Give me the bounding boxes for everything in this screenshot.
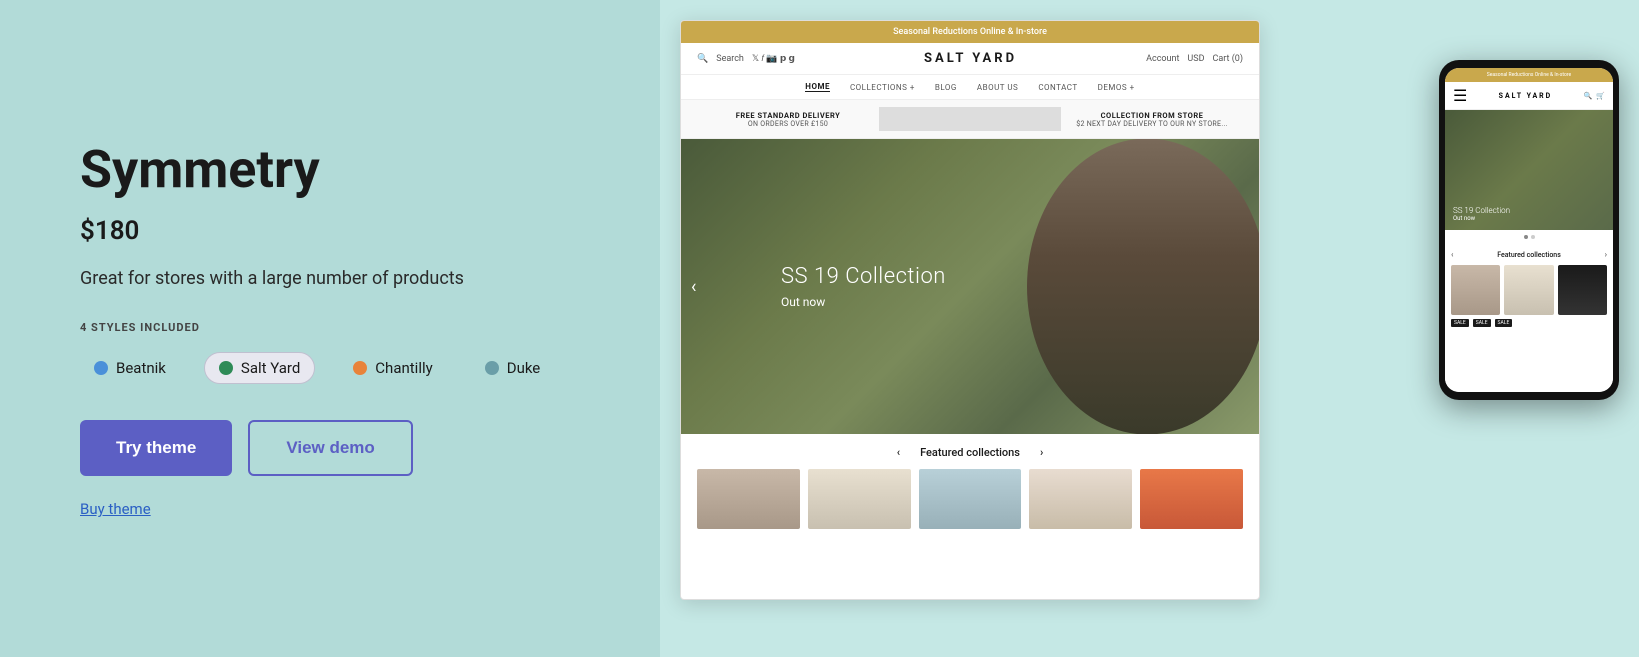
product-thumb-4 bbox=[1029, 469, 1132, 529]
theme-title: Symmetry bbox=[80, 139, 580, 200]
preview-menu: HOME COLLECTIONS + BLOG ABOUT US CONTACT… bbox=[681, 75, 1259, 100]
beatnik-dot bbox=[94, 361, 108, 375]
desktop-preview: Seasonal Reductions Online & In-store 🔍 … bbox=[680, 20, 1260, 600]
collection-title: COLLECTION FROM STORE bbox=[1061, 111, 1243, 120]
theme-price: $180 bbox=[80, 216, 580, 246]
styles-list: Beatnik Salt Yard Chantilly Duke bbox=[80, 352, 580, 384]
mobile-featured-header: ‹ Featured collections › bbox=[1451, 250, 1607, 259]
nav-collections[interactable]: COLLECTIONS + bbox=[850, 83, 915, 92]
product-thumb-5 bbox=[1140, 469, 1243, 529]
mobile-sale-tags: SALE SALE SALE bbox=[1451, 319, 1607, 327]
chantilly-label: Chantilly bbox=[375, 359, 432, 377]
hero-subtitle: Out now bbox=[781, 295, 946, 309]
social-icons: 𝕏 𝑓 📷 𝗽 𝗴 bbox=[752, 54, 795, 64]
mobile-dot-1 bbox=[1524, 235, 1528, 239]
hero-content: SS 19 Collection Out now bbox=[781, 264, 946, 308]
mobile-featured-label: Featured collections bbox=[1497, 251, 1561, 259]
featured-prev[interactable]: ‹ bbox=[897, 446, 900, 459]
chantilly-dot bbox=[353, 361, 367, 375]
sale-tag-2: SALE bbox=[1473, 319, 1491, 327]
mobile-cart-icon[interactable]: 🛒 bbox=[1596, 92, 1605, 100]
right-panel: Seasonal Reductions Online & In-store 🔍 … bbox=[660, 0, 1639, 657]
mobile-hero: SS 19 Collection Out now bbox=[1445, 110, 1613, 230]
mobile-search-icon[interactable]: 🔍 bbox=[1584, 92, 1593, 100]
product-thumb-2 bbox=[808, 469, 911, 529]
nav-demos[interactable]: DEMOS + bbox=[1098, 83, 1135, 92]
mobile-top-bar: Seasonal Reductions Online & In-store bbox=[1445, 68, 1613, 82]
mobile-preview: Seasonal Reductions Online & In-store ☰ … bbox=[1439, 60, 1619, 400]
collection-sub: $2 NEXT DAY DELIVERY TO OUR NY STORE... bbox=[1061, 120, 1243, 128]
mobile-featured-prev[interactable]: ‹ bbox=[1451, 250, 1453, 259]
cart-label: Cart (0) bbox=[1213, 54, 1243, 64]
preview-hero: ‹ SS 19 Collection Out now bbox=[681, 139, 1259, 434]
duke-dot bbox=[485, 361, 499, 375]
mobile-products bbox=[1451, 265, 1607, 315]
hero-figure bbox=[979, 139, 1259, 434]
brand-name: SALT YARD bbox=[924, 51, 1017, 66]
nav-blog[interactable]: BLOG bbox=[935, 83, 957, 92]
mobile-dots bbox=[1445, 230, 1613, 244]
product-thumb-1 bbox=[697, 469, 800, 529]
beatnik-label: Beatnik bbox=[116, 359, 166, 377]
mobile-hero-subtitle: Out now bbox=[1453, 215, 1510, 222]
nav-home[interactable]: HOME bbox=[805, 82, 830, 92]
buy-theme-link[interactable]: Buy theme bbox=[80, 500, 580, 518]
featured-products bbox=[697, 469, 1243, 529]
nav-contact[interactable]: CONTACT bbox=[1038, 83, 1077, 92]
view-demo-button[interactable]: View demo bbox=[248, 420, 413, 476]
preview-top-bar: Seasonal Reductions Online & In-store bbox=[681, 21, 1259, 43]
mobile-hero-title: SS 19 Collection bbox=[1453, 206, 1510, 215]
styles-label: 4 STYLES INCLUDED bbox=[80, 321, 580, 334]
salt-yard-label: Salt Yard bbox=[241, 359, 300, 377]
mobile-featured: ‹ Featured collections › SALE SALE SALE bbox=[1445, 244, 1613, 392]
mobile-brand: SALT YARD bbox=[1499, 92, 1553, 100]
delivery-title: FREE STANDARD DELIVERY bbox=[697, 111, 879, 120]
preview-nav: 🔍 Search 𝕏 𝑓 📷 𝗽 𝗴 SALT YARD Account USD… bbox=[681, 43, 1259, 75]
duke-label: Duke bbox=[507, 359, 541, 377]
buttons-row: Try theme View demo bbox=[80, 420, 580, 476]
left-panel: Symmetry $180 Great for stores with a la… bbox=[0, 0, 660, 657]
account-label: Account bbox=[1146, 54, 1179, 64]
featured-label: Featured collections bbox=[920, 446, 1020, 459]
style-chantilly[interactable]: Chantilly bbox=[339, 353, 446, 383]
sale-tag-1: SALE bbox=[1451, 319, 1469, 327]
mobile-menu-icon[interactable]: ☰ bbox=[1453, 86, 1467, 105]
style-salt-yard[interactable]: Salt Yard bbox=[204, 352, 315, 384]
mobile-product-1 bbox=[1451, 265, 1500, 315]
featured-header: ‹ Featured collections › bbox=[697, 446, 1243, 459]
nav-about[interactable]: ABOUT US bbox=[977, 83, 1018, 92]
currency-label: USD bbox=[1187, 54, 1204, 64]
theme-description: Great for stores with a large number of … bbox=[80, 266, 580, 291]
salt-yard-dot bbox=[219, 361, 233, 375]
search-label: Search bbox=[716, 54, 744, 64]
mobile-product-2 bbox=[1504, 265, 1553, 315]
hero-arrow-left[interactable]: ‹ bbox=[691, 276, 696, 297]
delivery-sub: ON ORDERS OVER £150 bbox=[697, 120, 879, 128]
mobile-featured-next[interactable]: › bbox=[1605, 250, 1607, 259]
top-bar-text: Seasonal Reductions Online & In-store bbox=[893, 27, 1047, 37]
mobile-nav: ☰ SALT YARD 🔍 🛒 bbox=[1445, 82, 1613, 110]
mobile-product-3 bbox=[1558, 265, 1607, 315]
mobile-screen: Seasonal Reductions Online & In-store ☰ … bbox=[1445, 68, 1613, 392]
product-thumb-3 bbox=[919, 469, 1022, 529]
style-duke[interactable]: Duke bbox=[471, 353, 555, 383]
preview-delivery: FREE STANDARD DELIVERY ON ORDERS OVER £1… bbox=[681, 100, 1259, 139]
mobile-dot-2 bbox=[1531, 235, 1535, 239]
hero-title: SS 19 Collection bbox=[781, 264, 946, 290]
search-icon: 🔍 bbox=[697, 54, 708, 64]
mobile-top-bar-text: Seasonal Reductions Online & In-store bbox=[1487, 72, 1571, 78]
mobile-nav-icons: 🔍 🛒 bbox=[1584, 92, 1605, 100]
try-theme-button[interactable]: Try theme bbox=[80, 420, 232, 476]
preview-nav-right: Account USD Cart (0) bbox=[1146, 54, 1243, 64]
mobile-hero-text: SS 19 Collection Out now bbox=[1453, 206, 1510, 222]
preview-featured: ‹ Featured collections › bbox=[681, 434, 1259, 541]
featured-next[interactable]: › bbox=[1040, 446, 1043, 459]
sale-tag-3: SALE bbox=[1495, 319, 1513, 327]
preview-nav-left: 🔍 Search 𝕏 𝑓 📷 𝗽 𝗴 bbox=[697, 54, 795, 64]
style-beatnik[interactable]: Beatnik bbox=[80, 353, 180, 383]
delivery-divider bbox=[879, 107, 1061, 131]
